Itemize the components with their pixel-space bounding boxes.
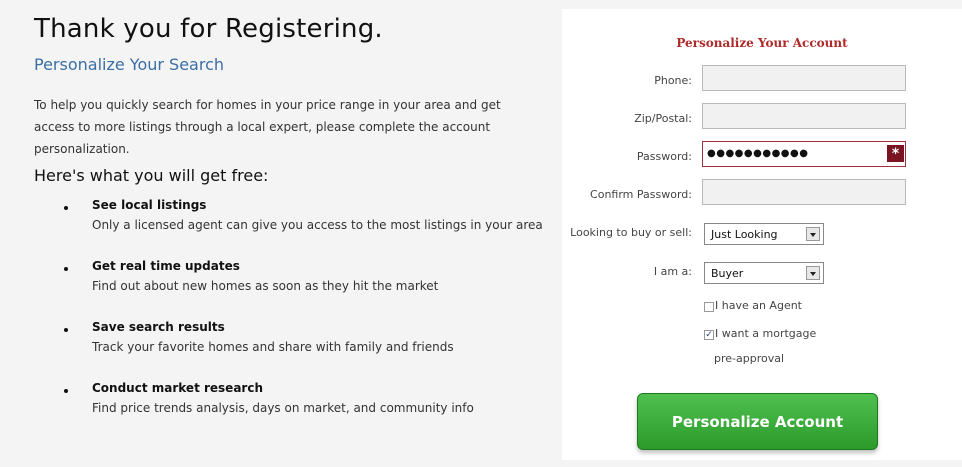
benefit-item: See local listings Only a licensed agent… — [64, 198, 543, 259]
password-field[interactable]: ●●●●●●●●●●● * — [702, 141, 906, 167]
benefit-title: Conduct market research — [92, 381, 263, 395]
zip-field[interactable] — [702, 103, 906, 129]
zip-label: Zip/Postal: — [634, 112, 692, 125]
i-am-select[interactable]: Buyer — [704, 262, 824, 284]
buy-sell-label: Looking to buy or sell: — [570, 226, 692, 239]
chevron-down-icon[interactable] — [806, 227, 820, 241]
asterisk-icon: * — [887, 145, 904, 162]
form-title: Personalize Your Account — [676, 36, 848, 50]
page-title: Thank you for Registering. — [34, 14, 383, 44]
phone-label: Phone: — [654, 74, 692, 87]
bullet-icon — [64, 267, 68, 271]
benefit-description: Only a licensed agent can give you acces… — [92, 218, 543, 232]
buy-sell-value: Just Looking — [711, 228, 778, 241]
benefit-title: See local listings — [92, 198, 207, 212]
i-am-value: Buyer — [711, 267, 744, 280]
benefits-heading: Here's what you will get free: — [34, 166, 269, 185]
bullet-icon — [64, 389, 68, 393]
benefit-description: Find out about new homes as soon as they… — [92, 279, 439, 293]
bullet-icon — [64, 328, 68, 332]
mortgage-label: I want a mortgage — [715, 327, 817, 340]
password-mask: ●●●●●●●●●●● — [707, 148, 809, 159]
personalize-account-panel: Personalize Your Account Phone: Zip/Post… — [562, 9, 962, 460]
i-am-label: I am a: — [653, 265, 692, 278]
phone-field[interactable] — [702, 65, 906, 91]
benefits-list: See local listings Only a licensed agent… — [64, 198, 543, 442]
benefit-title: Save search results — [92, 320, 225, 334]
bullet-icon — [64, 206, 68, 210]
mortgage-checkbox[interactable]: ✓ — [704, 330, 714, 340]
benefit-description: Track your favorite homes and share with… — [92, 340, 454, 354]
mortgage-label-line2: pre-approval — [714, 352, 785, 365]
benefit-item: Save search results Track your favorite … — [64, 320, 534, 381]
confirm-password-field[interactable] — [702, 179, 906, 205]
benefit-description: Find price trends analysis, days on mark… — [92, 401, 474, 415]
password-label: Password: — [636, 150, 692, 163]
have-agent-label: I have an Agent — [715, 299, 802, 312]
benefit-title: Get real time updates — [92, 259, 240, 273]
buy-sell-select[interactable]: Just Looking — [704, 223, 824, 245]
benefit-item: Conduct market research Find price trend… — [64, 381, 534, 442]
page-subtitle: Personalize Your Search — [34, 55, 224, 74]
chevron-down-icon[interactable] — [806, 266, 820, 280]
have-agent-checkbox[interactable] — [704, 302, 714, 312]
benefit-item: Get real time updates Find out about new… — [64, 259, 534, 320]
personalize-account-button[interactable]: Personalize Account — [637, 393, 878, 450]
intro-text: To help you quickly search for homes in … — [34, 98, 501, 156]
confirm-password-label: Confirm Password: — [590, 188, 692, 201]
